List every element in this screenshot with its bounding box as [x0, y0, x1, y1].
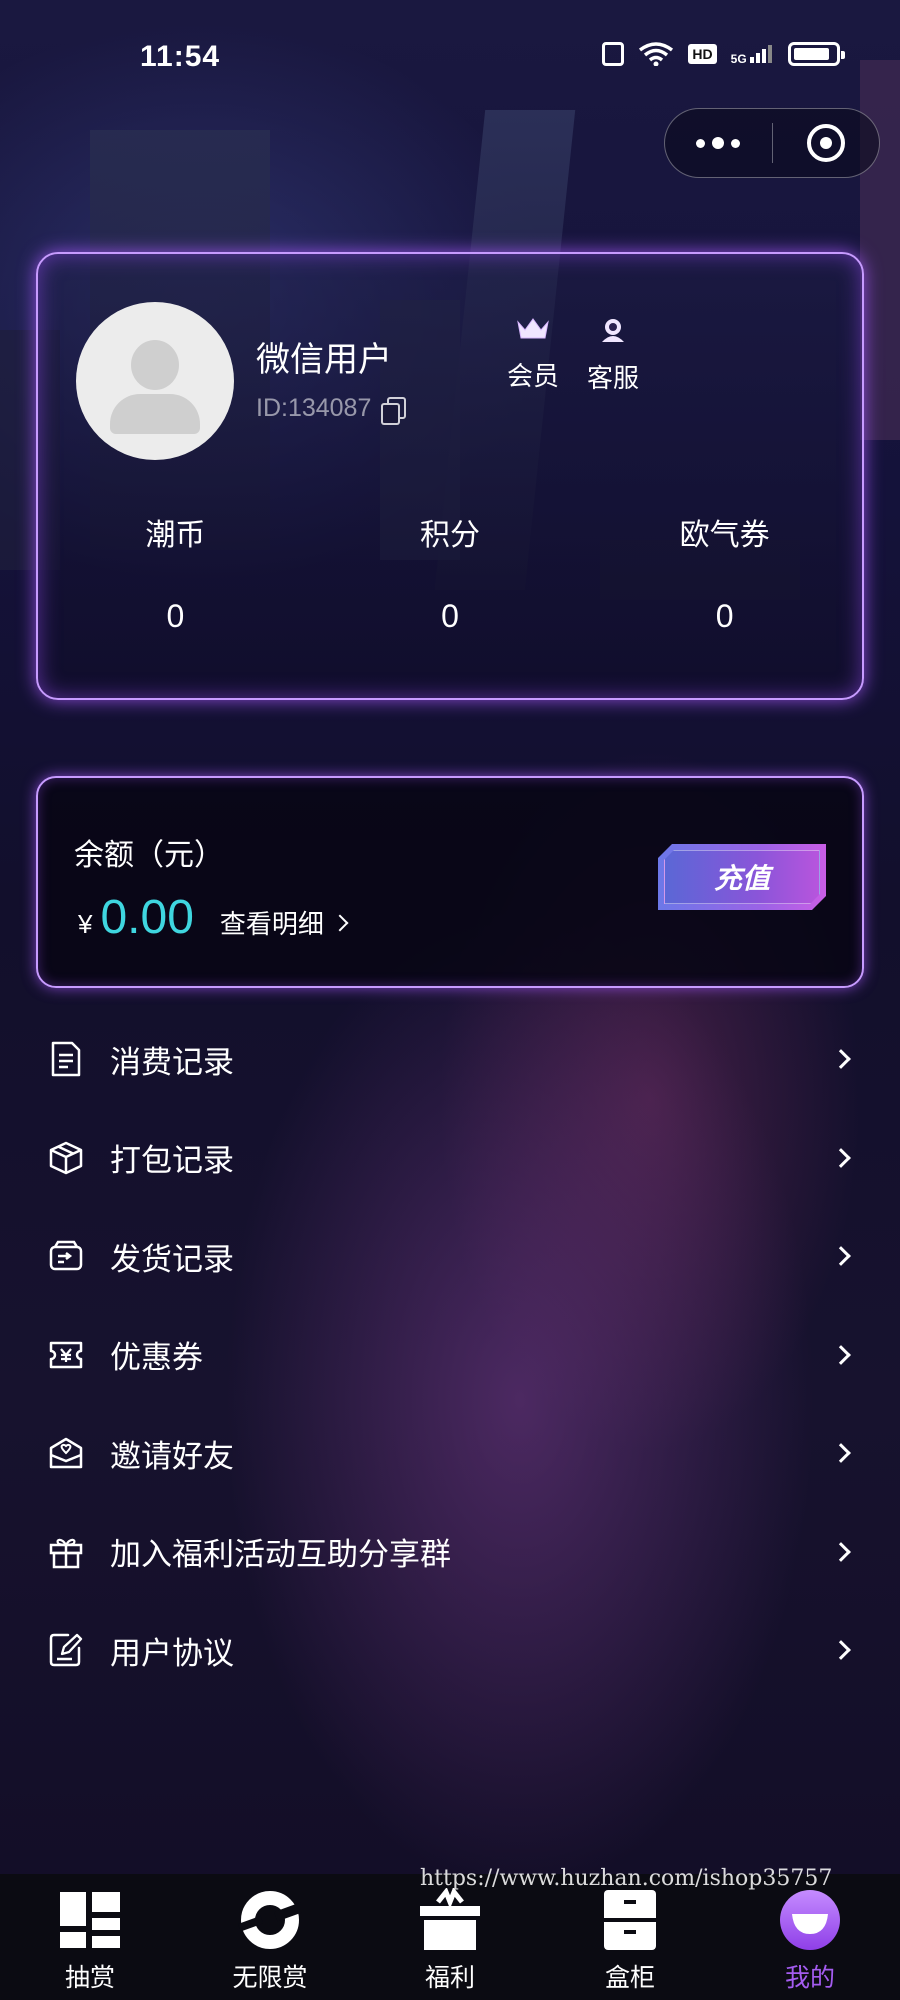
cabinet-icon — [598, 1888, 662, 1952]
menu-item-label: 邀请好友 — [110, 1438, 234, 1474]
copy-icon[interactable] — [381, 396, 407, 425]
balance-row: ¥ 0.00 查看明细 — [78, 890, 349, 945]
more-dots-icon — [731, 138, 741, 148]
tab-label: 抽赏 — [64, 1964, 115, 1992]
profile-card: 微信用户 ID:134087 会员 客服 潮币 0 积分 0 欧气券 0 — [36, 252, 864, 700]
tab-label: 盒柜 — [604, 1964, 655, 1992]
avatar-placeholder-icon — [131, 340, 179, 390]
balance-amount: 0.00 — [100, 891, 194, 944]
user-nickname: 微信用户 — [256, 341, 392, 379]
status-bar: 11:54 HD 5G — [0, 0, 900, 110]
member-button[interactable]: 会员 — [498, 316, 568, 393]
stat-label: 欧气券 — [679, 519, 770, 552]
stat-value: 0 — [441, 598, 459, 634]
menu-item-pack-records[interactable]: 打包记录 — [0, 1109, 900, 1208]
delivery-icon — [48, 1238, 84, 1274]
tab-label: 无限赏 — [232, 1964, 308, 1992]
menu-item-join-group[interactable]: 加入福利活动互助分享群 — [0, 1503, 900, 1602]
invite-icon — [48, 1435, 84, 1471]
coupon-icon — [48, 1337, 84, 1373]
recharge-button[interactable]: 充值 — [658, 844, 826, 910]
customer-service-label: 客服 — [586, 363, 639, 393]
member-label: 会员 — [506, 361, 559, 391]
signal-icon: 5G — [731, 43, 774, 66]
box-icon — [48, 1140, 84, 1176]
menu-item-consumption-records[interactable]: 消费记录 — [0, 1010, 900, 1109]
more-dots-icon — [712, 137, 725, 149]
menu-item-label: 打包记录 — [110, 1143, 234, 1179]
wifi-icon — [638, 42, 674, 67]
target-icon — [806, 124, 845, 162]
status-icons: HD 5G — [602, 42, 845, 67]
menu-item-label: 用户协议 — [110, 1635, 234, 1671]
chevron-right-icon — [831, 1541, 851, 1562]
gift-box-icon — [418, 1888, 482, 1952]
user-id-row: ID:134087 — [256, 394, 407, 425]
tab-draw[interactable]: 抽赏 — [0, 1874, 180, 2000]
menu-item-label: 发货记录 — [110, 1241, 234, 1277]
stat-value: 0 — [715, 598, 734, 634]
smile-icon — [778, 1888, 842, 1952]
bottom-tab-bar: 抽赏 无限赏 福利 盒柜 我的 — [0, 1874, 900, 2000]
menu-item-label: 优惠券 — [110, 1340, 203, 1376]
agreement-icon — [48, 1632, 84, 1668]
vibrate-icon — [602, 42, 625, 66]
close-miniprogram-button[interactable] — [772, 109, 879, 177]
stats-row: 潮币 0 积分 0 欧气券 0 — [38, 510, 862, 635]
avatar[interactable] — [76, 302, 234, 460]
chevron-right-icon — [831, 1147, 851, 1168]
currency-symbol: ¥ — [78, 909, 93, 939]
stat-points[interactable]: 积分 0 — [313, 510, 588, 635]
stat-value: 0 — [166, 598, 185, 634]
miniprogram-capsule — [664, 108, 880, 178]
tab-infinite[interactable]: 无限赏 — [180, 1874, 360, 2000]
menu-list: 消费记录 打包记录 发货记录 优惠券 邀请好友 加入福利活动互助分享群 用户协议 — [0, 1010, 900, 1700]
view-details-link[interactable]: 查看明细 — [219, 904, 349, 941]
chevron-right-icon — [831, 1443, 851, 1464]
watermark: https://www.huzhan.com/ishop35757 — [420, 1866, 833, 1891]
chevron-right-icon — [831, 1344, 851, 1365]
stat-label: 潮币 — [145, 519, 206, 552]
menu-item-delivery-records[interactable]: 发货记录 — [0, 1207, 900, 1306]
tab-label: 我的 — [784, 1964, 835, 1992]
tab-label: 福利 — [424, 1964, 475, 1992]
document-icon — [48, 1041, 84, 1077]
cycle-icon — [238, 1888, 302, 1952]
recharge-label: 充值 — [713, 863, 770, 894]
tab-mine[interactable]: 我的 — [720, 1874, 900, 2000]
tab-welfare[interactable]: 福利 — [360, 1874, 540, 2000]
menu-item-user-agreement[interactable]: 用户协议 — [0, 1601, 900, 1700]
avatar-placeholder-icon — [110, 394, 200, 434]
tab-cabinet[interactable]: 盒柜 — [540, 1874, 720, 2000]
balance-title: 余额（元） — [74, 839, 224, 872]
menu-item-label: 消费记录 — [110, 1044, 234, 1080]
gift-icon — [48, 1534, 84, 1570]
chevron-right-icon — [831, 1246, 851, 1267]
menu-item-label: 加入福利活动互助分享群 — [110, 1537, 451, 1573]
battery-icon — [788, 42, 845, 66]
menu-item-invite-friends[interactable]: 邀请好友 — [0, 1404, 900, 1503]
status-time: 11:54 — [140, 40, 221, 73]
view-details-label: 查看明细 — [219, 909, 324, 939]
chevron-right-icon — [331, 914, 349, 931]
hd-badge: HD — [688, 44, 717, 64]
more-dots-icon — [696, 138, 706, 148]
customer-service-icon — [578, 316, 648, 344]
menu-item-coupons[interactable]: 优惠券 — [0, 1306, 900, 1405]
chevron-right-icon — [831, 1640, 851, 1661]
stat-label: 积分 — [420, 519, 480, 552]
network-type: 5G — [730, 51, 747, 66]
user-id: ID:134087 — [256, 394, 372, 422]
stat-luck-coupon[interactable]: 欧气券 0 — [587, 510, 862, 635]
customer-service-button[interactable]: 客服 — [578, 316, 648, 395]
crown-icon — [498, 316, 568, 342]
stat-chaobi[interactable]: 潮币 0 — [38, 510, 313, 635]
more-menu-button[interactable] — [665, 109, 772, 177]
grid-icon — [58, 1888, 122, 1952]
chevron-right-icon — [831, 1049, 851, 1070]
balance-card: 余额（元） ¥ 0.00 查看明细 充值 — [36, 776, 864, 988]
